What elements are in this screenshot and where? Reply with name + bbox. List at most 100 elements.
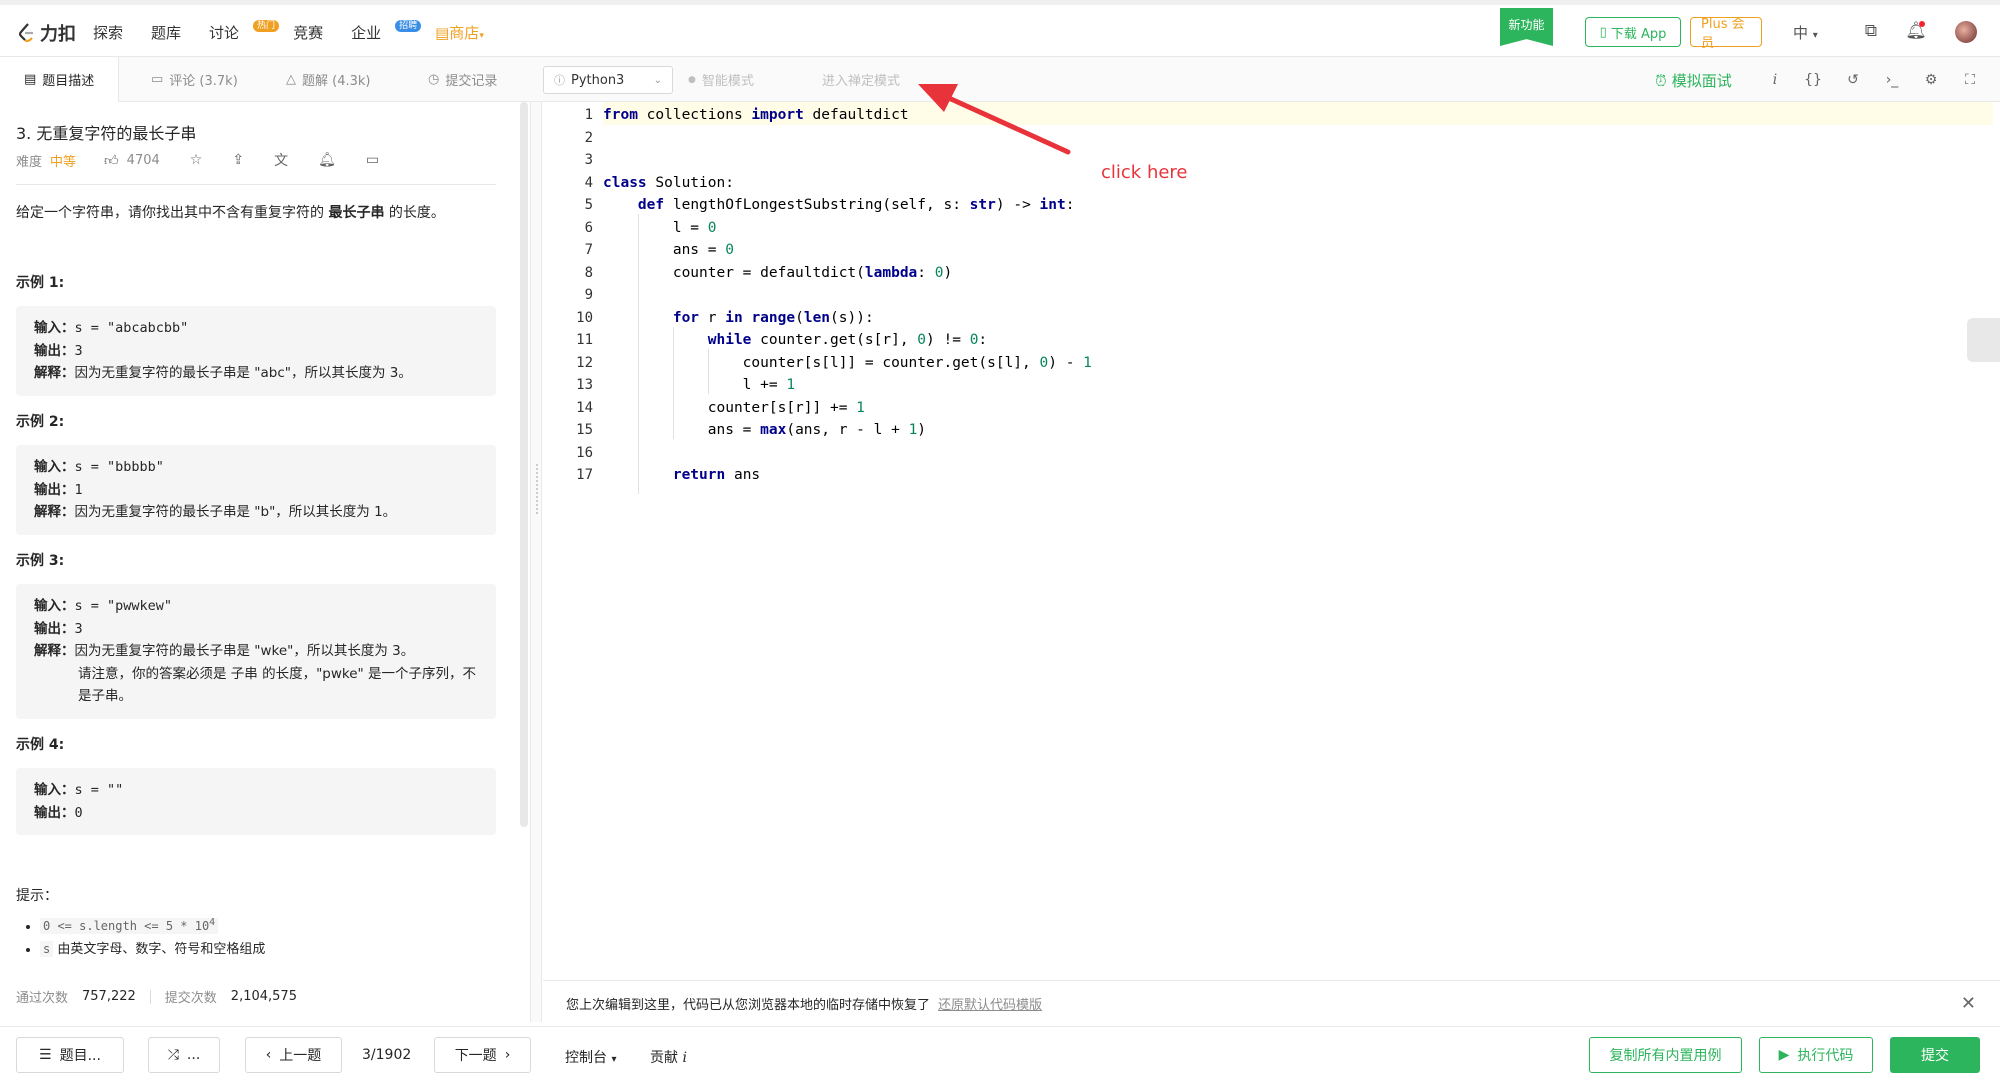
- code-line[interactable]: l = 0: [603, 217, 717, 240]
- divider: [149, 989, 151, 1004]
- example-output: 3: [74, 620, 83, 637]
- code-line[interactable]: while counter.get(s[r], 0) != 0:: [603, 329, 987, 352]
- code-line[interactable]: from collections import defaultdict: [603, 104, 909, 127]
- workspace-tabbar: ▤ 题目描述 ▭ 评论 (3.7k) △ 题解 (4.3k) ◷ 提交记录 ⓘ Pyth…: [0, 57, 2000, 102]
- line-number: 8: [584, 264, 593, 281]
- nav-store[interactable]: ▤商店▾: [435, 22, 484, 43]
- hint-code: s: [40, 941, 54, 957]
- hint-code-text: 0 <= s.length <= 5 * 10: [43, 919, 210, 933]
- language-switch[interactable]: 中 ▾: [1793, 22, 1818, 43]
- example-input: s = "bbbbb": [74, 459, 164, 475]
- example-output: 0: [74, 804, 83, 821]
- playground-icon[interactable]: ⧉: [1860, 20, 1882, 42]
- run-code-label: 执行代码: [1797, 1048, 1854, 1064]
- document-icon: ▤: [24, 72, 37, 87]
- avatar[interactable]: [1955, 21, 1977, 43]
- logo-text: 力扣: [40, 24, 76, 45]
- run-code-button[interactable]: ▶ 执行代码: [1759, 1037, 1873, 1073]
- desc-bold: 最长子串: [328, 205, 385, 221]
- drag-handle[interactable]: [536, 464, 538, 514]
- tab-comments-label: 评论 (3.7k): [169, 74, 238, 89]
- input-label: 输入：: [34, 782, 75, 798]
- restore-default-link[interactable]: 还原默认代码模版: [938, 994, 1042, 1013]
- code-language-select[interactable]: ⓘ Python3 ⌄: [543, 66, 673, 94]
- code-line[interactable]: ans = 0: [603, 239, 734, 262]
- info-icon[interactable]: i: [1765, 70, 1785, 90]
- nav-company[interactable]: 企业 招聘: [351, 20, 422, 43]
- logo[interactable]: 力扣: [16, 20, 76, 46]
- share-icon[interactable]: ⇪: [232, 152, 244, 168]
- example-note: 请注意，你的答案必须是 子串 的长度，"pwke" 是一个子序列，不是子串。: [78, 665, 477, 705]
- next-label: 下一题: [454, 1048, 497, 1064]
- nav-discuss-label: 讨论: [209, 24, 240, 42]
- feedback-icon[interactable]: ▭: [366, 152, 379, 168]
- tab-solutions[interactable]: △ 题解 (4.3k): [286, 57, 370, 102]
- thumbs-up-icon[interactable]: 👍︎: [104, 152, 119, 169]
- contribute-button[interactable]: 贡献 i: [650, 1047, 687, 1067]
- difficulty-badge: 中等: [50, 154, 77, 170]
- random-button[interactable]: ⤮...: [148, 1037, 220, 1073]
- mock-interview-button[interactable]: ⏰︎ 模拟面试: [1655, 70, 1732, 91]
- smart-mode-toggle[interactable]: ● 智能模式: [688, 57, 754, 102]
- zen-mode-button[interactable]: 进入禅定模式: [822, 57, 900, 102]
- problem-list-button[interactable]: ☰ 题目...: [16, 1037, 124, 1073]
- bell-icon[interactable]: 🔔︎: [1905, 20, 1927, 42]
- copy-testcases-button[interactable]: 复制所有内置用例: [1589, 1037, 1742, 1073]
- tab-submissions-label: 提交记录: [445, 74, 498, 89]
- code-line[interactable]: ans = max(ans, r - l + 1): [603, 419, 926, 442]
- tab-comments[interactable]: ▭ 评论 (3.7k): [151, 57, 238, 102]
- nav-problemset[interactable]: 题库: [151, 22, 181, 43]
- line-number: 17: [576, 467, 593, 483]
- braces-icon[interactable]: {}: [1803, 70, 1823, 90]
- new-feature-ribbon[interactable]: 新功能: [1500, 8, 1553, 46]
- phone-icon: ▯: [1599, 24, 1607, 40]
- accepted-label: 通过次数: [16, 991, 69, 1006]
- code-editor[interactable]: 1 2 3 4 5 6 7 8 9 10 11 12 13 14 15 16 17 from collectio…: [543, 102, 2000, 979]
- nav-contest[interactable]: 竞赛: [293, 22, 323, 43]
- next-problem-button[interactable]: 下一题 ›: [434, 1037, 531, 1073]
- explain-label: 解释：: [34, 504, 75, 520]
- reset-icon[interactable]: ↺: [1843, 70, 1863, 90]
- terminal-icon[interactable]: ›_: [1882, 70, 1902, 90]
- list-item: s 由英文字母、数字、符号和空格组成: [40, 938, 265, 961]
- nav-store-label: 商店: [449, 24, 480, 42]
- problem-scrollbar[interactable]: [520, 102, 528, 827]
- explain-label: 解释：: [34, 643, 75, 659]
- submit-button[interactable]: 提交: [1890, 1037, 1980, 1073]
- problem-panel: 3. 无重复字符的最长子串 难度 中等 👍︎ 4704 ☆ ⇪ 文 🔔︎ ▭ 给…: [0, 102, 530, 1022]
- nav-explore[interactable]: 探索: [93, 22, 123, 43]
- prev-label: 上一题: [279, 1048, 322, 1064]
- close-icon[interactable]: ✕: [1961, 993, 1976, 1014]
- chevron-down-icon: ⌄: [653, 74, 662, 86]
- star-icon[interactable]: ☆: [190, 152, 203, 168]
- problem-meta: 难度 中等 👍︎ 4704 ☆ ⇪ 文 🔔︎ ▭: [16, 150, 379, 170]
- plus-member-button[interactable]: Plus 会员: [1690, 17, 1762, 51]
- code-line[interactable]: class Solution:: [603, 172, 734, 195]
- indent-guide: [708, 349, 709, 394]
- nav-discuss[interactable]: 讨论 热门: [209, 20, 280, 43]
- tab-submissions[interactable]: ◷ 提交记录: [428, 57, 497, 102]
- code-line[interactable]: counter = defaultdict(lambda: 0): [603, 262, 952, 285]
- code-line[interactable]: def lengthOfLongestSubstring(self, s: st…: [603, 194, 1075, 217]
- code-line[interactable]: for r in range(len(s)):: [603, 307, 874, 330]
- prev-problem-button[interactable]: ‹ 上一题: [245, 1037, 342, 1073]
- code-line[interactable]: return ans: [603, 464, 760, 487]
- panel-splitter[interactable]: [530, 102, 542, 1022]
- code-line[interactable]: counter[s[r]] += 1: [603, 397, 865, 420]
- line-number: 6: [584, 219, 593, 236]
- console-toggle[interactable]: 控制台 ▾: [565, 1047, 616, 1067]
- gear-icon[interactable]: ⚙: [1921, 70, 1941, 90]
- side-drawer-toggle[interactable]: [1967, 318, 2000, 362]
- line-number: 11: [576, 332, 593, 348]
- translate-icon[interactable]: 文: [274, 150, 288, 170]
- hint-text: 由英文字母、数字、符号和空格组成: [53, 942, 266, 957]
- download-app-button[interactable]: ▯ 下载 App: [1585, 17, 1681, 47]
- line-number: 4: [584, 174, 593, 191]
- tab-description[interactable]: ▤ 题目描述: [0, 57, 120, 102]
- bell-icon[interactable]: 🔔︎: [318, 152, 336, 168]
- line-number: 16: [576, 444, 593, 461]
- code-line[interactable]: counter[s[l]] = counter.get(s[l], 0) - 1: [603, 352, 1092, 375]
- code-line[interactable]: l += 1: [603, 374, 795, 397]
- fullscreen-icon[interactable]: ⛶: [1960, 70, 1980, 90]
- chevron-down-icon: ▾: [611, 1054, 617, 1065]
